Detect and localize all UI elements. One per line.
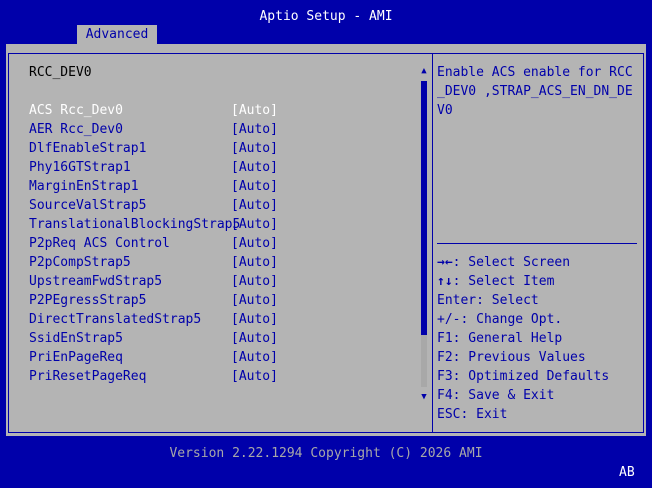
- menu-item-p2preq-acs-control[interactable]: P2pReq ACS Control [Auto]: [29, 234, 279, 253]
- menu-item-value[interactable]: [Auto]: [231, 329, 278, 348]
- menu-item-label: SourceValStrap5: [29, 198, 147, 213]
- menu-item-label: DlfEnableStrap1: [29, 141, 147, 156]
- key-name: ESC: [437, 407, 461, 422]
- menu-item-value[interactable]: [Auto]: [231, 139, 278, 158]
- key-name: Enter: [437, 293, 477, 308]
- menu-item-translationalblockingstrap5[interactable]: TranslationalBlockingStrap5[Auto]: [29, 215, 279, 234]
- key-desc: : Change Opt.: [460, 312, 563, 327]
- menu-item-acs-rcc-dev0[interactable]: ACS Rcc_Dev0 [Auto]: [29, 101, 279, 120]
- menu-item-label: P2pReq ACS Control: [29, 236, 170, 251]
- menu-item-value[interactable]: [Auto]: [231, 291, 278, 310]
- version-text: Version 2.22.1294 Copyright (C) 2026 AMI: [169, 446, 483, 461]
- menu-item-value[interactable]: [Auto]: [231, 196, 278, 215]
- menu-item-label: MarginEnStrap1: [29, 179, 139, 194]
- key-name: F3: [437, 369, 453, 384]
- menu-item-aer-rcc-dev0[interactable]: AER Rcc_Dev0 [Auto]: [29, 120, 279, 139]
- menu-item-prienpagereq[interactable]: PriEnPageReq [Auto]: [29, 348, 279, 367]
- key-name: ↑↓: [437, 274, 453, 289]
- menu-item-value[interactable]: [Auto]: [231, 120, 278, 139]
- menu-item-value[interactable]: [Auto]: [231, 272, 278, 291]
- key-name: +/-: [437, 312, 461, 327]
- key-desc: : Exit: [460, 407, 508, 422]
- menu-item-value[interactable]: [Auto]: [231, 177, 278, 196]
- tab-advanced[interactable]: Advanced: [77, 25, 157, 44]
- menu-item-label: PriResetPageReq: [29, 369, 147, 384]
- key-legend: →←: Select Screen ↑↓: Select Item Enter:…: [437, 253, 609, 424]
- scroll-thumb[interactable]: [421, 81, 427, 335]
- key-desc: : Optimized Defaults: [452, 369, 610, 384]
- menu-item-upstreamfwdstrap5[interactable]: UpstreamFwdStrap5 [Auto]: [29, 272, 279, 291]
- key-desc: : Select Screen: [452, 255, 571, 270]
- menu-item-label: DirectTranslatedStrap5: [29, 312, 202, 327]
- help-text: Enable ACS enable for RCC_DEV0 ,STRAP_AC…: [437, 65, 633, 118]
- scroll-down-icon[interactable]: ▼: [419, 390, 429, 404]
- menu-item-value[interactable]: [Auto]: [231, 310, 278, 329]
- menu-item-priresetpagereq[interactable]: PriResetPageReq [Auto]: [29, 367, 279, 386]
- key-desc: : General Help: [452, 331, 563, 346]
- key-desc: : Previous Values: [452, 350, 586, 365]
- scrollbar[interactable]: ▲ ▼: [419, 64, 429, 404]
- key-desc: : Save & Exit: [452, 388, 555, 403]
- key-legend-item: F3: Optimized Defaults: [437, 367, 609, 386]
- menu-item-sourcevalstrap5[interactable]: SourceValStrap5 [Auto]: [29, 196, 279, 215]
- menu-item-value[interactable]: [Auto]: [231, 234, 278, 253]
- menu-item-label: PriEnPageReq: [29, 350, 123, 365]
- menu-item-marginenstrap1[interactable]: MarginEnStrap1 [Auto]: [29, 177, 279, 196]
- menu-item-ssidenstrap5[interactable]: SsidEnStrap5 [Auto]: [29, 329, 279, 348]
- key-desc: : Select: [476, 293, 539, 308]
- menu-item-p2pegressstrap5[interactable]: P2PEgressStrap5 [Auto]: [29, 291, 279, 310]
- key-legend-item: →←: Select Screen: [437, 253, 609, 272]
- key-legend-item: ↑↓: Select Item: [437, 272, 609, 291]
- menu-item-phy16gtstrap1[interactable]: Phy16GTStrap1 [Auto]: [29, 158, 279, 177]
- menu-item-label: AER Rcc_Dev0: [29, 122, 123, 137]
- key-name: F4: [437, 388, 453, 403]
- key-legend-item: ESC: Exit: [437, 405, 609, 424]
- key-name: F2: [437, 350, 453, 365]
- menu-item-value[interactable]: [Auto]: [231, 367, 278, 386]
- key-name: F1: [437, 331, 453, 346]
- menu-item-label: P2PEgressStrap5: [29, 293, 147, 308]
- menu-item-label: SsidEnStrap5: [29, 331, 123, 346]
- menu-item-label: P2pCompStrap5: [29, 255, 131, 270]
- key-legend-item: +/-: Change Opt.: [437, 310, 609, 329]
- scroll-up-icon[interactable]: ▲: [419, 64, 429, 78]
- menu-item-value[interactable]: [Auto]: [231, 158, 278, 177]
- section-title: RCC_DEV0: [29, 65, 92, 80]
- menu-item-value[interactable]: [Auto]: [231, 348, 278, 367]
- menu-item-label: Phy16GTStrap1: [29, 160, 131, 175]
- key-legend-item: F2: Previous Values: [437, 348, 609, 367]
- menu-item-value[interactable]: [Auto]: [231, 101, 278, 120]
- badge-ab: AB: [619, 465, 635, 480]
- panel-divider: [432, 53, 433, 433]
- key-desc: : Select Item: [452, 274, 555, 289]
- menu-item-label: UpstreamFwdStrap5: [29, 274, 163, 289]
- menu-item-value[interactable]: [Auto]: [231, 215, 278, 234]
- menu-item-directtranslatedstrap5[interactable]: DirectTranslatedStrap5 [Auto]: [29, 310, 279, 329]
- key-legend-item: F4: Save & Exit: [437, 386, 609, 405]
- menu-item-dlfenablestrap1[interactable]: DlfEnableStrap1 [Auto]: [29, 139, 279, 158]
- settings-menu: ACS Rcc_Dev0 [Auto] AER Rcc_Dev0 [Auto] Dl…: [29, 101, 279, 386]
- key-name: →←: [437, 255, 453, 270]
- menu-item-label: ACS Rcc_Dev0: [29, 103, 123, 118]
- menu-item-label: TranslationalBlockingStrap5: [29, 217, 241, 232]
- key-legend-item: F1: General Help: [437, 329, 609, 348]
- menu-item-p2pcompstrap5[interactable]: P2pCompStrap5 [Auto]: [29, 253, 279, 272]
- menu-item-value[interactable]: [Auto]: [231, 253, 278, 272]
- key-legend-item: Enter: Select: [437, 291, 609, 310]
- help-divider: [437, 243, 637, 244]
- app-title: Aptio Setup - AMI: [259, 9, 393, 24]
